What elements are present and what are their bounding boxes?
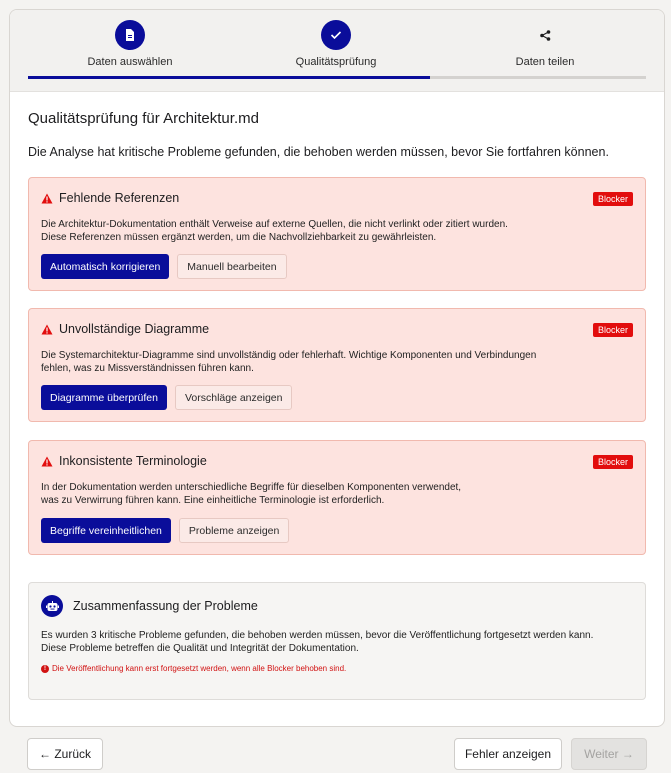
summary-title: Zusammenfassung der Probleme [73,599,258,613]
blocker-note-text: Die Veröffentlichung kann erst fortgeset… [52,664,347,673]
step-qualitaetspruefung[interactable]: Qualitätsprüfung [236,20,436,68]
issue-actions: Automatisch korrigieren Manuell bearbeit… [41,254,287,279]
share-icon [539,29,550,41]
quality-check-card: Daten auswählen Qualitätsprüfung Daten t… [9,9,665,727]
document-icon [126,29,134,41]
blocker-badge: Blocker [592,192,633,206]
unify-terms-button[interactable]: Begriffe vereinheitlichen [41,518,171,543]
issue-description-line: In der Dokumentation werden unterschiedl… [41,482,462,493]
summary-line: Diese Probleme betreffen die Qualität un… [41,643,359,654]
main-content: Qualitätsprüfung für Architektur.md Die … [28,110,646,700]
issue-description: In der Dokumentation werden unterschiedl… [41,481,633,507]
step-label: Qualitätsprüfung [295,56,377,68]
issue-header: Fehlende Referenzen [41,191,179,205]
error-icon: ! [41,664,49,673]
review-diagrams-button[interactable]: Diagramme überprüfen [41,385,167,410]
blocker-badge: Blocker [592,323,633,337]
blocker-badge: Blocker [592,455,633,469]
step-circle [530,20,560,50]
progress-fill [28,76,430,79]
auto-fix-button[interactable]: Automatisch korrigieren [41,254,170,279]
issue-description-line: Die Architektur-Dokumentation enthält Ve… [41,219,508,230]
show-problems-button[interactable]: Probleme anzeigen [178,518,290,543]
page-subtitle: Die Analyse hat kritische Probleme gefun… [28,145,609,159]
step-circle [321,20,351,50]
check-icon [330,31,342,40]
issue-card-inkonsistente-terminologie: Inkonsistente Terminologie Blocker In de… [28,440,646,555]
step-label: Daten auswählen [87,56,173,68]
issue-header: Unvollständige Diagramme [41,322,209,336]
warning-icon [41,193,53,203]
show-errors-button[interactable]: Fehler anzeigen [454,738,562,770]
issue-card-fehlende-referenzen: Fehlende Referenzen Blocker Die Architek… [28,177,646,291]
show-suggestions-button[interactable]: Vorschläge anzeigen [174,385,293,410]
progress-track [28,76,646,79]
step-daten-auswaehlen[interactable]: Daten auswählen [30,20,230,68]
back-button[interactable]: ← Zurück [27,738,103,770]
summary-header: Zusammenfassung der Probleme [41,595,258,617]
issue-actions: Diagramme überprüfen Vorschläge anzeigen [41,385,293,410]
issue-title: Inkonsistente Terminologie [59,454,207,468]
issue-description-line: Die Systemarchitektur-Diagramme sind unv… [41,350,537,361]
issue-description: Die Systemarchitektur-Diagramme sind unv… [41,349,633,375]
issue-description: Die Architektur-Dokumentation enthält Ve… [41,218,633,244]
page-title: Qualitätsprüfung für Architektur.md [28,110,259,127]
blocker-note: ! Die Veröffentlichung kann erst fortges… [41,664,346,673]
next-button[interactable]: Weiter → [571,738,647,770]
summary-text: Es wurden 3 kritische Probleme gefunden,… [41,629,593,655]
issue-title: Unvollständige Diagramme [59,322,210,336]
warning-icon [41,456,53,466]
issue-title: Fehlende Referenzen [59,191,180,205]
manual-edit-button[interactable]: Manuell bearbeiten [177,254,287,279]
issue-description-line: fehlen, was zu Missverständnissen führen… [41,363,254,374]
issue-description-line: Diese Referenzen müssen ergänzt werden, … [41,232,437,243]
issue-card-unvollstaendige-diagramme: Unvollständige Diagramme Blocker Die Sys… [28,308,646,422]
summary-panel: Zusammenfassung der Probleme Es wurden 3… [28,582,646,700]
step-circle [115,20,145,50]
issue-header: Inkonsistente Terminologie [41,454,207,468]
footer-actions: ← Zurück Fehler anzeigen Weiter → [0,738,671,770]
issue-actions: Begriffe vereinheitlichen Probleme anzei… [41,518,290,543]
robot-icon [41,595,63,617]
stepper: Daten auswählen Qualitätsprüfung Daten t… [10,10,664,92]
step-label: Daten teilen [515,56,575,68]
summary-line: Es wurden 3 kritische Probleme gefunden,… [41,630,594,641]
step-daten-teilen[interactable]: Daten teilen [445,20,645,68]
issue-description-line: was zu Verwirrung führen kann. Eine einh… [41,495,385,506]
warning-icon [41,324,53,334]
